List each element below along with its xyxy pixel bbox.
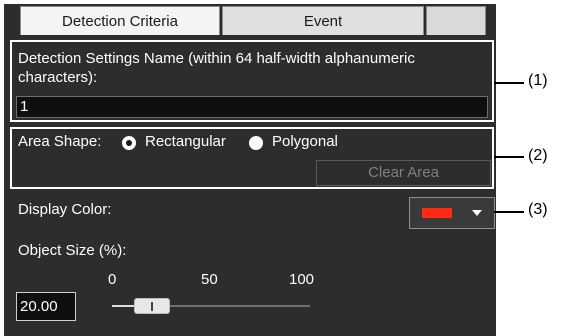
chevron-down-icon (472, 210, 482, 216)
callout-line-3 (494, 211, 524, 213)
callout-label-2: (2) (528, 147, 548, 164)
slider-tick-label-50: 50 (201, 271, 218, 288)
rectangular-label[interactable]: Rectangular (145, 133, 226, 150)
display-color-label: Display Color: (18, 201, 112, 218)
polygonal-radio-icon[interactable] (249, 136, 263, 150)
area-shape-label: Area Shape: (18, 133, 102, 150)
clear-area-button[interactable]: Clear Area (316, 160, 491, 186)
detection-settings-name-label: Detection Settings Name (within 64 half-… (18, 50, 415, 86)
polygonal-label[interactable]: Polygonal (272, 133, 338, 150)
callout-line-2 (494, 156, 524, 158)
callout-line-1 (494, 82, 524, 84)
slider-tick-label-0: 0 (108, 271, 117, 288)
color-swatch (422, 208, 452, 218)
object-size-slider-thumb[interactable] (133, 298, 170, 314)
tab-detection-criteria[interactable]: Detection Criteria (20, 6, 220, 35)
object-size-input[interactable]: 20.00 (16, 292, 76, 321)
callout-label-1: (1) (528, 72, 548, 89)
rectangular-radio-icon[interactable] (122, 136, 136, 150)
tab-blank (426, 6, 486, 35)
display-color-select[interactable] (409, 197, 495, 229)
tab-event[interactable]: Event (222, 6, 424, 35)
slider-tick-label-100: 100 (289, 271, 315, 288)
detection-settings-name-field[interactable]: 1 (16, 96, 488, 118)
object-size-label: Object Size (%): (18, 242, 127, 259)
callout-label-3: (3) (528, 201, 548, 218)
